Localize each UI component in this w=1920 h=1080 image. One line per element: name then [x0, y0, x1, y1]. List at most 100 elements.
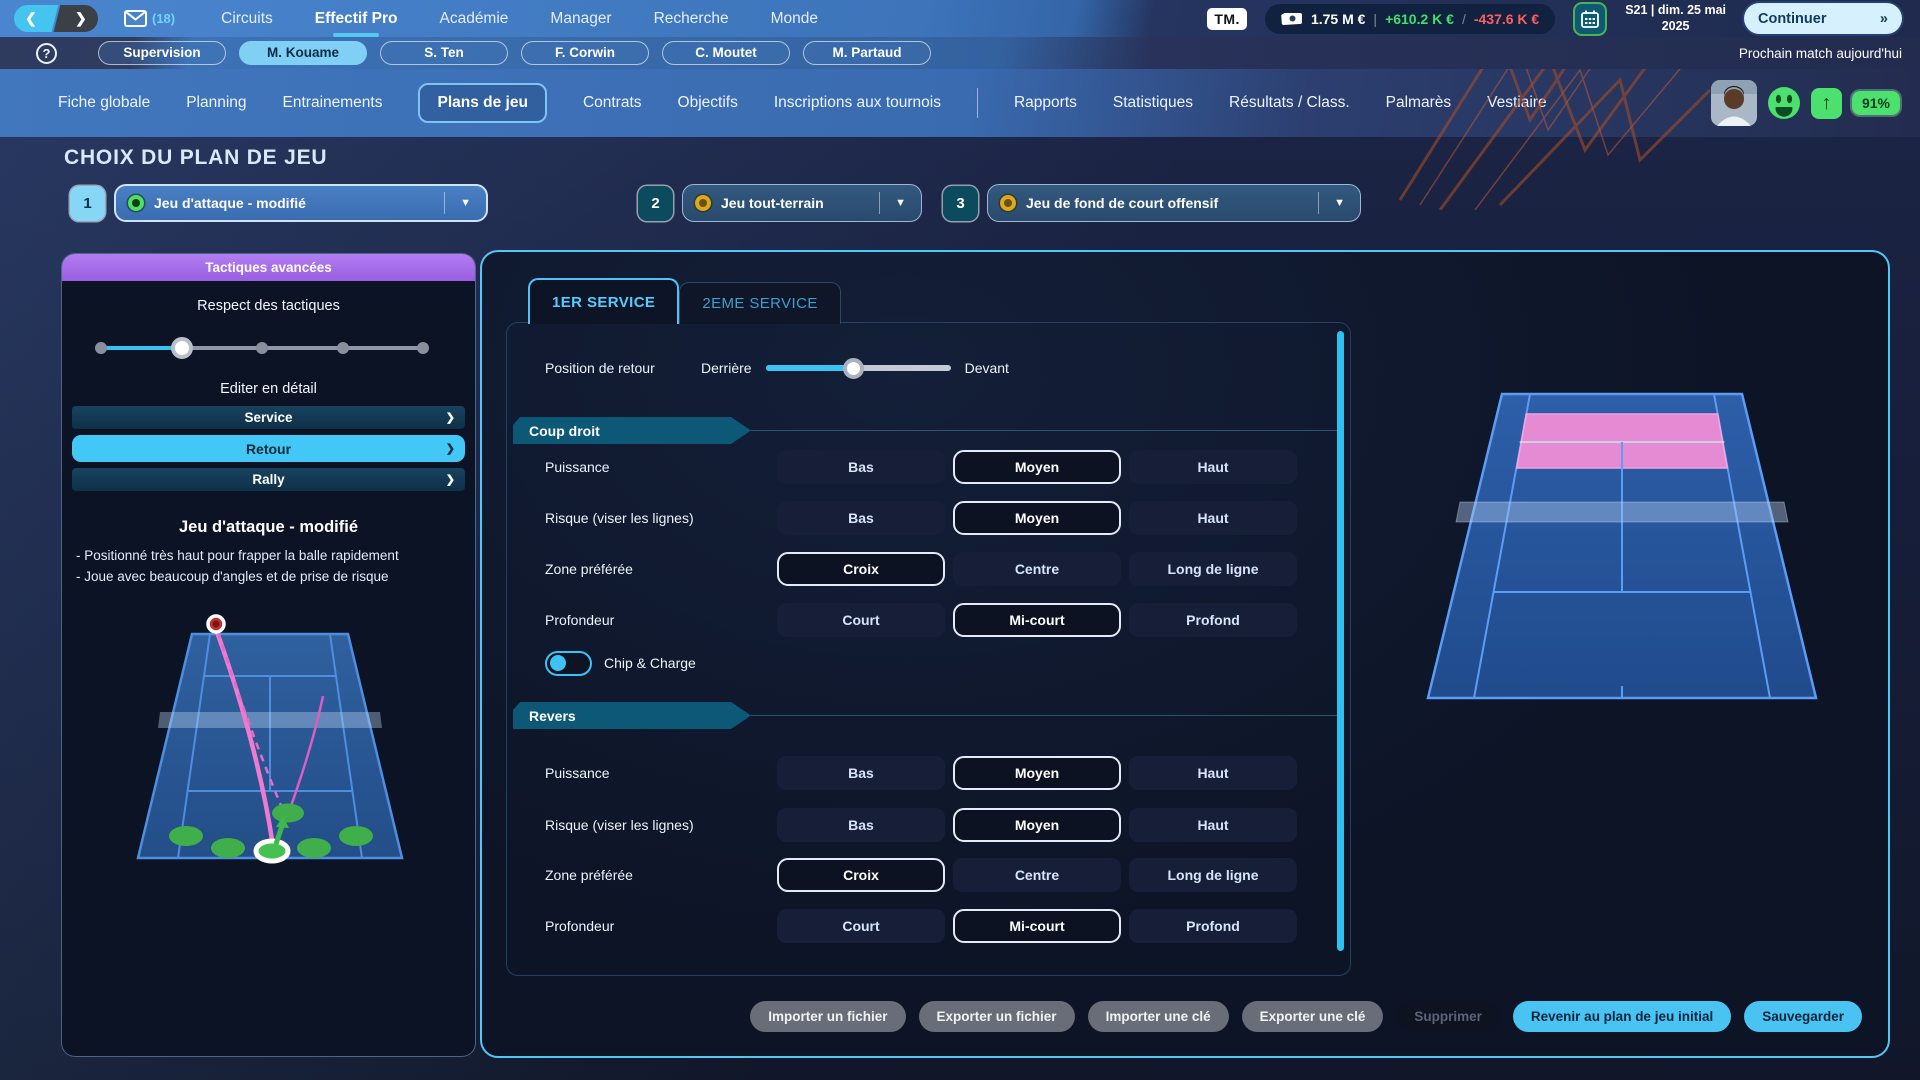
- tab-objectifs[interactable]: Objectifs: [678, 94, 738, 112]
- tab-inscriptions[interactable]: Inscriptions aux tournois: [774, 94, 941, 112]
- option-button[interactable]: Bas: [777, 808, 945, 842]
- tactics-court-diagram: [110, 606, 430, 906]
- option-button[interactable]: Haut: [1129, 756, 1297, 790]
- option-button[interactable]: Bas: [777, 450, 945, 484]
- option-button[interactable]: Court: [777, 909, 945, 943]
- editor-content-box: Position de retour Derrière Devant Coup …: [506, 322, 1351, 976]
- plan-dropdown-1[interactable]: Jeu d'attaque - modifié ▼: [114, 184, 488, 222]
- plan-slot-number[interactable]: 1: [70, 186, 105, 221]
- slider-handle[interactable]: [171, 337, 193, 359]
- tab-2eme-service[interactable]: 2EME SERVICE: [679, 282, 840, 324]
- help-icon[interactable]: ?: [36, 43, 57, 64]
- mail-icon: [124, 10, 147, 27]
- plan-dropdown-label: Jeu d'attaque - modifié: [154, 195, 426, 211]
- option-button[interactable]: Mi-court: [953, 603, 1121, 637]
- option-button[interactable]: Haut: [1129, 501, 1297, 535]
- subnav-item-moutet[interactable]: C. Moutet: [662, 41, 790, 65]
- save-button[interactable]: Sauvegarder: [1744, 1001, 1862, 1032]
- page-title: CHOIX DU PLAN DE JEU: [64, 146, 327, 170]
- option-button[interactable]: Profond: [1129, 603, 1297, 637]
- option-button[interactable]: Bas: [777, 501, 945, 535]
- tab-palmares[interactable]: Palmarès: [1386, 94, 1451, 112]
- option-button[interactable]: Haut: [1129, 450, 1297, 484]
- option-button[interactable]: Haut: [1129, 808, 1297, 842]
- plan-slot-number[interactable]: 3: [943, 186, 978, 221]
- chip-and-charge-toggle[interactable]: [545, 651, 592, 676]
- option-button[interactable]: Moyen: [953, 450, 1121, 484]
- game-screen: ❮ ❯ (18) Circuits Effectif Pro Académie …: [0, 0, 1920, 1080]
- tab-vestiaire[interactable]: Vestiaire: [1487, 94, 1546, 112]
- forward-button[interactable]: ❯: [54, 5, 98, 32]
- calendar-icon: [1580, 9, 1600, 29]
- edit-rally-button[interactable]: Rally ❯: [72, 468, 465, 491]
- menu-item-monde[interactable]: Monde: [771, 10, 818, 28]
- option-row-zone: Zone préférée Croix Centre Long de ligne: [545, 551, 1320, 587]
- option-button[interactable]: Mi-court: [953, 909, 1121, 943]
- plan-slot-3: 3 Jeu de fond de court offensif ▼: [943, 184, 1361, 222]
- finance-separator: |: [1373, 11, 1377, 27]
- main-menu: Circuits Effectif Pro Académie Manager R…: [221, 10, 818, 28]
- subnav-item-supervision[interactable]: Supervision: [98, 41, 226, 65]
- option-button[interactable]: Profond: [1129, 909, 1297, 943]
- tab-fiche-globale[interactable]: Fiche globale: [58, 94, 150, 112]
- section-divider: [751, 715, 1342, 716]
- export-file-button[interactable]: Exporter un fichier: [919, 1001, 1075, 1032]
- option-row-risque: Risque (viser les lignes) Bas Moyen Haut: [545, 807, 1320, 843]
- subnav-item-partaud[interactable]: M. Partaud: [803, 41, 931, 65]
- subnav-item-corwin[interactable]: F. Corwin: [521, 41, 649, 65]
- back-button[interactable]: ❮: [14, 5, 58, 32]
- tab-entrainements[interactable]: Entrainements: [283, 94, 383, 112]
- option-button[interactable]: Moyen: [953, 808, 1121, 842]
- edit-service-button[interactable]: Service ❯: [72, 406, 465, 429]
- import-key-button[interactable]: Importer une clé: [1088, 1001, 1229, 1032]
- game-date: S21 | dim. 25 mai 2025: [1625, 3, 1726, 34]
- menu-item-academie[interactable]: Académie: [439, 10, 508, 28]
- import-file-button[interactable]: Importer un fichier: [750, 1001, 905, 1032]
- option-button[interactable]: Moyen: [953, 756, 1121, 790]
- tab-planning[interactable]: Planning: [186, 94, 246, 112]
- option-button[interactable]: Centre: [953, 858, 1121, 892]
- subnav-item-ten[interactable]: S. Ten: [380, 41, 508, 65]
- option-button[interactable]: Court: [777, 603, 945, 637]
- menu-item-manager[interactable]: Manager: [550, 10, 611, 28]
- calendar-button[interactable]: [1573, 2, 1607, 36]
- option-button[interactable]: Long de ligne: [1129, 858, 1297, 892]
- menu-item-effectif-pro[interactable]: Effectif Pro: [315, 10, 398, 28]
- menu-item-recherche[interactable]: Recherche: [654, 10, 729, 28]
- option-button[interactable]: Croix: [777, 552, 945, 586]
- tactics-respect-slider[interactable]: [101, 340, 423, 356]
- tab-plans-de-jeu[interactable]: Plans de jeu: [418, 83, 546, 123]
- avatar-photo: [1711, 80, 1757, 126]
- export-key-button[interactable]: Exporter une clé: [1242, 1001, 1384, 1032]
- option-button[interactable]: Bas: [777, 756, 945, 790]
- tab-statistiques[interactable]: Statistiques: [1113, 94, 1193, 112]
- plan-notes: - Positionné très haut pour frapper la b…: [76, 546, 465, 588]
- plan-dropdown-3[interactable]: Jeu de fond de court offensif ▼: [987, 184, 1361, 222]
- option-button[interactable]: Moyen: [953, 501, 1121, 535]
- continue-label: Continuer: [1758, 11, 1826, 27]
- return-position-slider[interactable]: [766, 358, 951, 378]
- edit-retour-button[interactable]: Retour ❯: [72, 435, 465, 462]
- chevron-right-icon: ❯: [446, 442, 455, 455]
- menu-item-circuits[interactable]: Circuits: [221, 10, 273, 28]
- plan-status-icon: [1004, 199, 1012, 207]
- plan-slot-number[interactable]: 2: [638, 186, 673, 221]
- option-button[interactable]: Croix: [777, 858, 945, 892]
- option-button[interactable]: Centre: [953, 552, 1121, 586]
- mail-button[interactable]: (18): [124, 10, 175, 27]
- subnav-item-kouame[interactable]: M. Kouame: [239, 41, 367, 65]
- revert-plan-button[interactable]: Revenir au plan de jeu initial: [1513, 1001, 1731, 1032]
- slider-handle[interactable]: [843, 358, 864, 379]
- tab-contrats[interactable]: Contrats: [583, 94, 642, 112]
- option-button[interactable]: Long de ligne: [1129, 552, 1297, 586]
- player-avatar[interactable]: [1711, 80, 1757, 126]
- delete-button[interactable]: Supprimer: [1396, 1001, 1500, 1032]
- chevron-down-icon: ▼: [455, 197, 476, 209]
- plan-dropdown-2[interactable]: Jeu tout-terrain ▼: [682, 184, 922, 222]
- tab-rapports[interactable]: Rapports: [1014, 94, 1077, 112]
- tab-resultats[interactable]: Résultats / Class.: [1229, 94, 1350, 112]
- chevron-right-icon: ❯: [446, 411, 455, 424]
- slider-fill: [766, 365, 853, 371]
- tab-1er-service[interactable]: 1ER SERVICE: [528, 278, 679, 324]
- continue-button[interactable]: Continuer »: [1744, 3, 1902, 34]
